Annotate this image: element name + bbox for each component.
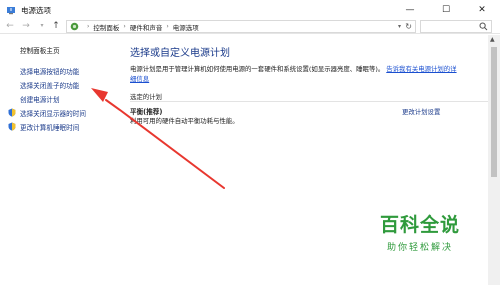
search-input[interactable] — [421, 21, 479, 32]
page-title: 选择或自定义电源计划 — [130, 48, 230, 59]
breadcrumb-power-options[interactable]: 电源选项 — [173, 22, 199, 32]
search-box[interactable] — [420, 20, 492, 33]
scrollbar-thumb[interactable] — [491, 47, 497, 177]
address-dropdown-chevron-icon[interactable]: ▾ — [398, 23, 401, 30]
sidebar: 控制面板主页 选择电源按钮的功能 选择关闭盖子的功能 创建电源计划 选择关闭显示… — [0, 35, 120, 285]
sidebar-item-lid-close[interactable]: 选择关闭盖子的功能 — [20, 80, 79, 90]
close-button[interactable]: ✕ — [464, 0, 500, 20]
scroll-up-icon[interactable]: ▲ — [490, 36, 495, 43]
plan-radio-balanced[interactable]: 平衡(推荐) — [130, 106, 162, 116]
watermark-title: 百科全说 — [379, 214, 460, 236]
change-plan-settings-link[interactable]: 更改计划设置 — [402, 107, 440, 116]
breadcrumb-hardware-sound[interactable]: 硬件和声音 — [130, 22, 163, 32]
divider — [130, 101, 490, 102]
control-panel-icon — [70, 22, 79, 31]
navigation-bar: ← → ▾ ↑ › 控制面板 › 硬件和声音 › 电源选项 ▾ ↻ — [0, 18, 500, 34]
back-arrow-icon[interactable]: ← — [4, 20, 16, 32]
watermark-subtitle: 助你轻松解决 — [386, 243, 453, 253]
address-bar[interactable]: › 控制面板 › 硬件和声音 › 电源选项 ▾ ↻ — [66, 20, 416, 33]
intro-text: 电源计划是用于管理计算机如何使用电源的一套硬件和系统设置(如显示器亮度、睡眠等)… — [130, 65, 460, 84]
breadcrumb-control-panel[interactable]: 控制面板 — [93, 22, 119, 32]
sidebar-item-create-plan[interactable]: 创建电源计划 — [20, 94, 60, 104]
window-title: 电源选项 — [21, 6, 51, 15]
sidebar-item-display-off-time[interactable]: 选择关闭显示器的时间 — [20, 108, 86, 118]
shield-icon — [8, 108, 16, 117]
sidebar-item-power-button[interactable]: 选择电源按钮的功能 — [20, 66, 79, 76]
minimize-button[interactable]: — — [392, 0, 428, 20]
power-options-app-icon — [7, 7, 15, 15]
title-bar: 电源选项 — ☐ ✕ — [0, 0, 500, 20]
sidebar-item-sleep-time[interactable]: 更改计算机睡眠时间 — [20, 122, 79, 132]
forward-arrow-icon[interactable]: → — [20, 20, 32, 32]
breadcrumb-separator: › — [123, 23, 126, 30]
breadcrumb-separator: › — [166, 23, 169, 30]
vertical-scrollbar[interactable]: ▲ — [488, 35, 500, 285]
selected-plan-label: 选定的计划 — [130, 93, 162, 101]
breadcrumb-separator: › — [87, 23, 90, 30]
maximize-button[interactable]: ☐ — [428, 0, 464, 20]
search-icon[interactable] — [479, 22, 488, 31]
intro-description: 电源计划是用于管理计算机如何使用电源的一套硬件和系统设置(如显示器亮度、睡眠等)… — [130, 65, 385, 73]
sidebar-item-control-panel-home[interactable]: 控制面板主页 — [20, 45, 60, 55]
up-arrow-icon[interactable]: ↑ — [50, 20, 62, 32]
refresh-icon[interactable]: ↻ — [405, 22, 412, 31]
shield-icon — [8, 122, 16, 131]
watermark-logo: 百科全说 助你轻松解决 — [360, 210, 480, 253]
recent-locations-chevron-icon[interactable]: ▾ — [36, 20, 48, 32]
plan-description: 利用可用的硬件自动平衡功耗与性能。 — [130, 117, 239, 125]
